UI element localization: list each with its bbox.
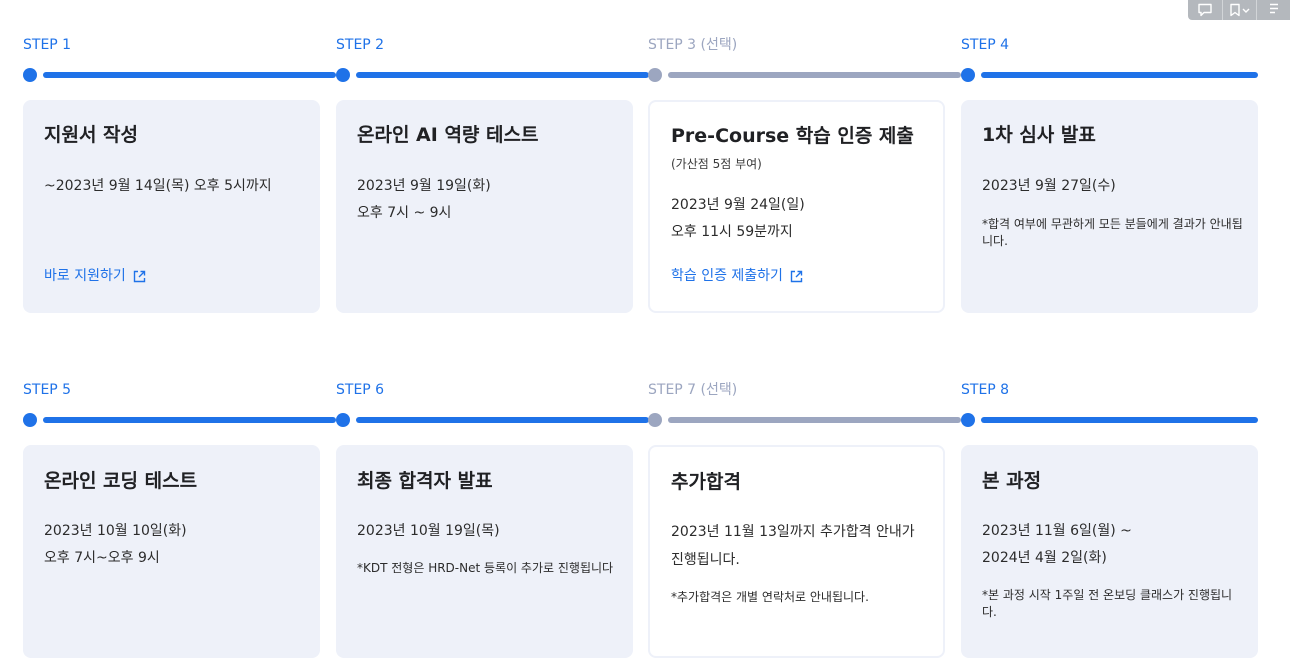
step-label: STEP 5 (23, 382, 72, 398)
date-line: 2023년 11월 6일(월) ~ (982, 523, 1132, 539)
card-note: *KDT 전형은 HRD-Net 등록이 추가로 진행됩니다 (357, 561, 614, 575)
timeline-bar (668, 72, 961, 78)
comment-icon[interactable] (1188, 0, 1222, 20)
timeline (961, 68, 1258, 82)
timeline-bar (981, 72, 1258, 78)
step-card: 온라인 AI 역량 테스트 2023년 9월 19일(화) 오후 7시 ~ 9시 (336, 100, 633, 313)
timeline-dot (961, 68, 975, 82)
card-title: Pre-Course 학습 인증 제출 (671, 125, 914, 147)
timeline-dot (23, 68, 37, 82)
date-line: 2023년 9월 19일(화) (357, 178, 491, 194)
step-label: STEP 1 (23, 37, 72, 53)
step-card: 1차 심사 발표 2023년 9월 27일(수) *합격 여부에 무관하게 모든… (961, 100, 1258, 313)
page-toolbar (1188, 0, 1290, 20)
steps-row-1: STEP 1 지원서 작성 ~2023년 9월 14일(목) 오후 5시까지 바… (23, 34, 1258, 314)
date-line: 2023년 10월 10일(화) (44, 523, 187, 539)
step-card: 추가합격 2023년 11월 13일까지 추가합격 안내가 진행됩니다. *추가… (648, 445, 945, 658)
timeline-dot (336, 68, 350, 82)
step-4: STEP 4 1차 심사 발표 2023년 9월 27일(수) *합격 여부에 … (961, 34, 1258, 313)
date-line: ~2023년 9월 14일(목) 오후 5시까지 (44, 178, 272, 194)
timeline (648, 68, 961, 82)
memo-icon[interactable] (1256, 0, 1290, 20)
card-title: 최종 합격자 발표 (357, 470, 493, 492)
card-title: 지원서 작성 (44, 124, 139, 146)
card-title: 온라인 AI 역량 테스트 (357, 124, 539, 146)
timeline-bar (668, 417, 961, 423)
date-line-end: 2024년 4월 2일(화) (982, 550, 1107, 566)
external-link-icon (133, 270, 145, 282)
bookmark-dropdown-icon[interactable] (1222, 0, 1256, 20)
step-label: STEP 3 (선택) (648, 37, 738, 53)
card-title: 1차 심사 발표 (982, 124, 1096, 146)
step-label: STEP 4 (961, 37, 1010, 53)
card-title: 본 과정 (982, 470, 1042, 492)
time-line: 오후 7시 ~ 9시 (357, 205, 452, 221)
timeline-dot (648, 68, 662, 82)
time-line: 오후 11시 59분까지 (671, 224, 793, 240)
link-label: 바로 지원하기 (44, 268, 126, 284)
timeline-bar (43, 72, 336, 78)
card-note: *합격 여부에 무관하게 모든 분들에게 결과가 안내됩니다. (982, 217, 1243, 248)
timeline (648, 413, 961, 427)
timeline-bar (43, 417, 336, 423)
steps-row-2: STEP 5 온라인 코딩 테스트 2023년 10월 10일(화) 오후 7시… (23, 379, 1258, 659)
step-label: STEP 8 (961, 382, 1010, 398)
timeline (23, 413, 336, 427)
link-label: 학습 인증 제출하기 (671, 268, 783, 284)
step-card: 최종 합격자 발표 2023년 10월 19일(목) *KDT 전형은 HRD-… (336, 445, 633, 658)
date-line: 2023년 10월 19일(목) (357, 523, 500, 539)
step-1: STEP 1 지원서 작성 ~2023년 9월 14일(목) 오후 5시까지 바… (23, 34, 336, 313)
timeline-bar (981, 417, 1258, 423)
timeline-dot (23, 413, 37, 427)
date-line: 2023년 9월 24일(일) (671, 197, 805, 213)
timeline (961, 413, 1258, 427)
card-subtitle: (가산점 5점 부여) (671, 157, 762, 171)
step-label: STEP 7 (선택) (648, 382, 738, 398)
external-link-icon (790, 270, 803, 282)
step-8: STEP 8 본 과정 2023년 11월 6일(월) ~ 2024년 4월 2… (961, 379, 1258, 658)
card-note: *추가합격은 개별 연락처로 안내됩니다. (671, 590, 869, 604)
timeline (336, 413, 649, 427)
timeline-bar (356, 72, 649, 78)
timeline-dot (961, 413, 975, 427)
step-card: 지원서 작성 ~2023년 9월 14일(목) 오후 5시까지 바로 지원하기 (23, 100, 320, 313)
date-line: 2023년 9월 27일(수) (982, 178, 1116, 194)
step-card: 온라인 코딩 테스트 2023년 10월 10일(화) 오후 7시~오후 9시 (23, 445, 320, 658)
card-title: 추가합격 (671, 471, 741, 493)
step-card: Pre-Course 학습 인증 제출 (가산점 5점 부여) 2023년 9월… (648, 100, 945, 313)
timeline-bar (356, 417, 649, 423)
step-5: STEP 5 온라인 코딩 테스트 2023년 10월 10일(화) 오후 7시… (23, 379, 336, 658)
card-title: 온라인 코딩 테스트 (44, 470, 198, 492)
date-line: 2023년 11월 13일까지 추가합격 안내가 진행됩니다. (671, 524, 915, 568)
time-line: 오후 7시~오후 9시 (44, 550, 160, 566)
submit-link[interactable]: 학습 인증 제출하기 (671, 266, 803, 286)
step-label: STEP 6 (336, 382, 385, 398)
timeline (23, 68, 336, 82)
timeline-dot (336, 413, 350, 427)
card-note: *본 과정 시작 1주일 전 온보딩 클래스가 진행됩니다. (982, 588, 1233, 619)
step-3: STEP 3 (선택) Pre-Course 학습 인증 제출 (가산점 5점 … (648, 34, 961, 313)
timeline-dot (648, 413, 662, 427)
apply-link[interactable]: 바로 지원하기 (44, 266, 146, 286)
step-card: 본 과정 2023년 11월 6일(월) ~ 2024년 4월 2일(화) *본… (961, 445, 1258, 658)
step-2: STEP 2 온라인 AI 역량 테스트 2023년 9월 19일(화) 오후 … (336, 34, 649, 313)
step-7: STEP 7 (선택) 추가합격 2023년 11월 13일까지 추가합격 안내… (648, 379, 961, 658)
step-6: STEP 6 최종 합격자 발표 2023년 10월 19일(목) *KDT 전… (336, 379, 649, 658)
step-label: STEP 2 (336, 37, 385, 53)
timeline (336, 68, 649, 82)
